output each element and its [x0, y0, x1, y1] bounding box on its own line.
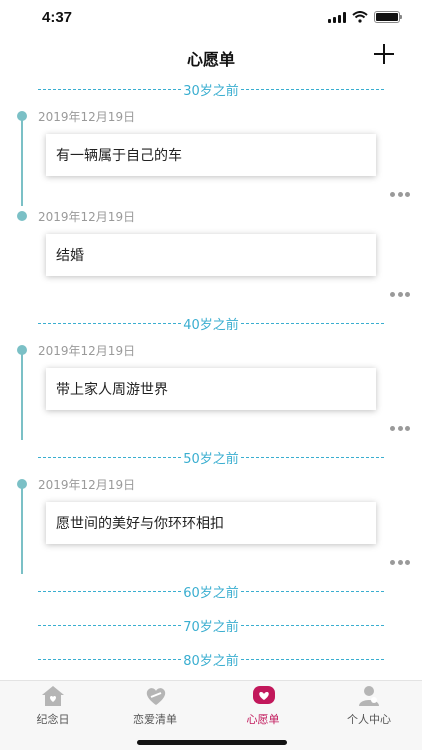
- age-label: 30岁之前: [183, 83, 239, 99]
- home-indicator: [137, 740, 287, 745]
- age-divider: 70岁之前: [0, 608, 422, 642]
- dashed-line: [38, 88, 182, 90]
- wish-date: 2019年12月19日: [38, 110, 136, 124]
- age-label: 80岁之前: [183, 653, 239, 669]
- more-icon[interactable]: [390, 560, 410, 566]
- wish-text: 带上家人周游世界: [56, 382, 168, 398]
- house-heart-icon: [41, 685, 65, 707]
- tab-2[interactable]: 心愿单: [213, 685, 313, 729]
- dashed-line: [38, 624, 182, 626]
- wish-card[interactable]: 有一辆属于自己的车: [46, 134, 376, 176]
- wish-item: 2019年12月19日有一辆属于自己的车: [0, 106, 422, 206]
- nav-bar: 心愿单: [0, 40, 422, 72]
- age-label: 70岁之前: [183, 619, 239, 635]
- timeline-dot: [17, 111, 27, 121]
- tab-label: 恋爱清单: [133, 713, 177, 726]
- tab-3[interactable]: 个人中心: [319, 685, 419, 729]
- dashed-line: [38, 456, 182, 458]
- wish-date: 2019年12月19日: [38, 344, 136, 358]
- dashed-line: [240, 456, 385, 458]
- tab-label: 个人中心: [347, 713, 391, 726]
- timeline-line: [21, 114, 23, 206]
- wish-item: 2019年12月19日愿世间的美好与你环环相扣: [0, 474, 422, 574]
- age-divider: 50岁之前: [0, 440, 422, 474]
- more-icon[interactable]: [390, 426, 410, 432]
- dashed-line: [240, 658, 385, 660]
- timeline-dot: [17, 345, 27, 355]
- wish-card[interactable]: 愿世间的美好与你环环相扣: [46, 502, 376, 544]
- wish-timeline[interactable]: 30岁之前 2019年12月19日 有一辆属于自己的车 2019年12月19日 结婚 40…: [0, 72, 422, 680]
- signal-icon: [328, 11, 346, 23]
- heart-bubble-icon: [251, 685, 275, 707]
- age-label: 50岁之前: [183, 451, 239, 467]
- wish-date: 2019年12月19日: [38, 478, 136, 492]
- add-wish-button[interactable]: [374, 44, 394, 64]
- battery-icon: [374, 11, 402, 23]
- tab-label: 心愿单: [246, 713, 280, 726]
- timeline-dot: [17, 479, 27, 489]
- person-icon: [357, 685, 381, 707]
- tab-label: 纪念日: [36, 713, 70, 726]
- dashed-line: [240, 590, 385, 592]
- wish-text: 愿世间的美好与你环环相扣: [56, 516, 224, 532]
- tab-0[interactable]: 纪念日: [3, 685, 103, 729]
- dashed-line: [240, 322, 385, 324]
- timeline-line: [21, 482, 23, 574]
- wifi-icon: [352, 11, 368, 23]
- wish-item: 2019年12月19日结婚: [0, 206, 422, 306]
- status-icons: [328, 11, 402, 23]
- status-time: 4:37: [42, 9, 73, 26]
- page-title: 心愿单: [186, 50, 235, 69]
- more-icon[interactable]: [390, 292, 410, 298]
- timeline-line: [21, 348, 23, 440]
- wish-text: 结婚: [56, 248, 84, 264]
- age-divider: 30岁之前: [0, 72, 422, 106]
- more-icon[interactable]: [390, 192, 410, 198]
- status-bar: 4:37: [0, 0, 422, 40]
- dashed-line: [38, 658, 182, 660]
- age-divider: 60岁之前: [0, 574, 422, 608]
- dashed-line: [240, 88, 385, 90]
- timeline-dot: [17, 211, 27, 221]
- tab-1[interactable]: 恋爱清单: [105, 685, 205, 729]
- wish-text: 有一辆属于自己的车: [56, 148, 182, 164]
- age-divider: 80岁之前: [0, 642, 422, 676]
- dashed-line: [38, 590, 182, 592]
- wish-card[interactable]: 带上家人周游世界: [46, 368, 376, 410]
- wish-card[interactable]: 结婚: [46, 234, 376, 276]
- age-label: 40岁之前: [183, 317, 239, 333]
- dashed-line: [240, 624, 385, 626]
- age-divider: 40岁之前: [0, 306, 422, 340]
- heart-tag-icon: [143, 685, 167, 707]
- age-label: 60岁之前: [183, 585, 239, 601]
- wish-date: 2019年12月19日: [38, 210, 136, 224]
- dashed-line: [38, 322, 182, 324]
- wish-item: 2019年12月19日带上家人周游世界: [0, 340, 422, 440]
